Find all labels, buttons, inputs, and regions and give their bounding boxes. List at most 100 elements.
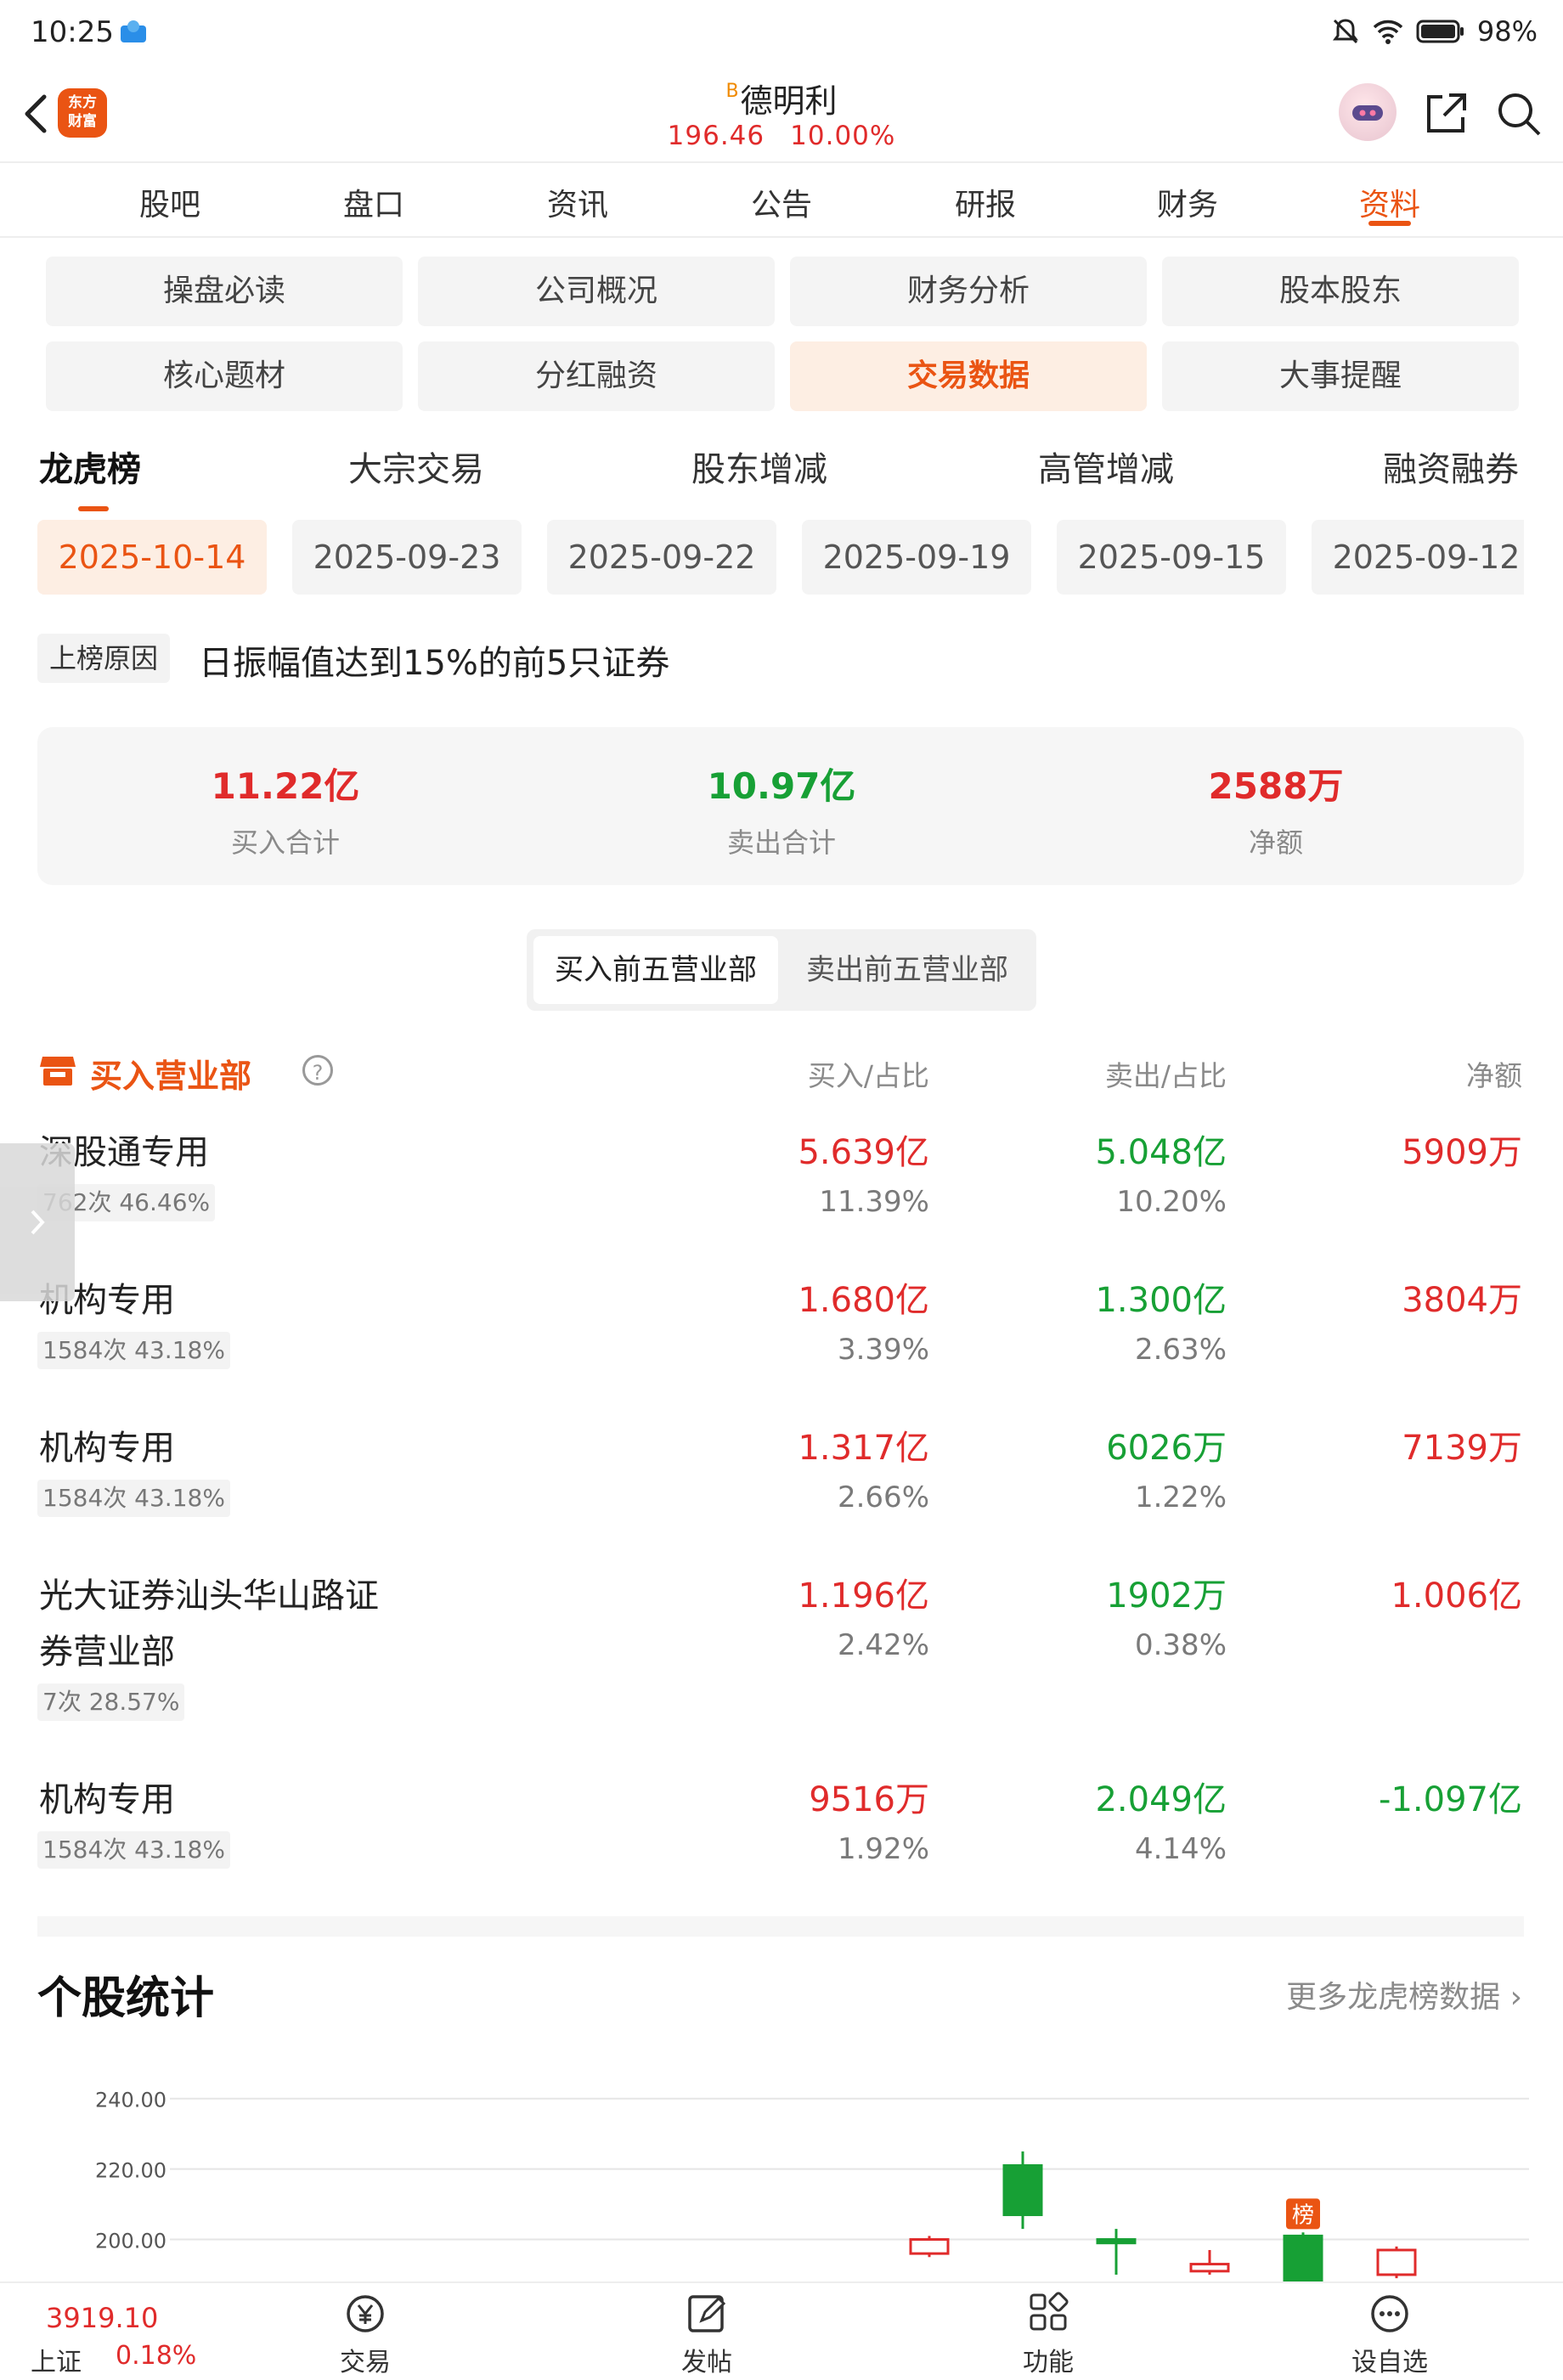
tab-block-trade[interactable]: 大宗交易 [348,442,484,491]
buy-amount: 1.196亿 [798,1576,929,1616]
stock-name: 德明利 [740,82,838,120]
date-chip[interactable]: 2025-09-22 [547,520,776,595]
segment-sell-top5[interactable]: 卖出前五营业部 [785,936,1030,1004]
col-sell-header: 卖出/占比 [1104,1059,1227,1092]
buy-cell: 9516万 1.92% [809,1772,929,1870]
share-icon[interactable] [1420,88,1471,139]
net-cell: 5909万 [1402,1125,1522,1181]
chevron-right-icon: › [1509,1980,1522,2015]
tab-margin[interactable]: 融资融券 [1383,442,1519,491]
secondary-tab-indicator [78,506,109,511]
sell-percent: 10.20% [1116,1185,1227,1219]
candle-body [1002,2163,1043,2217]
branch-name: 光大证券汕头华山路证券营业部 [39,1576,379,1672]
buy-cell: 5.639亿 11.39% [798,1125,929,1223]
nav-add-watchlist[interactable]: 设自选 [1322,2292,1458,2378]
btn-company-overview[interactable]: 公司概况 [418,257,775,326]
stock-change: 10.00% [790,121,896,151]
btn-financial-analysis[interactable]: 财务分析 [790,257,1147,326]
tab-profile[interactable]: 资料 [1359,180,1420,224]
section-divider [37,1916,1524,1937]
summary-card: 11.22亿 买入合计 10.97亿 卖出合计 2588万 净额 [37,727,1524,885]
battery-icon [1416,20,1464,43]
col-buy-header: 买入/占比 [807,1059,929,1092]
buy-amount: 1.317亿 [798,1429,929,1468]
help-icon[interactable]: ? [302,1055,333,1086]
date-chip[interactable]: 2025-10-14 [37,520,267,595]
net-cell: -1.097亿 [1379,1772,1522,1828]
sell-cell: 1.300亿 2.63% [1095,1272,1227,1371]
index-value[interactable]: 3919.10 [46,2302,158,2334]
buy-cell: 1.196亿 2.42% [798,1568,929,1667]
robot-assistant-icon[interactable] [1339,83,1397,141]
stock-badge: B [725,81,739,102]
net-amount: 1.006亿 [1391,1576,1522,1616]
buy-percent: 11.39% [819,1185,929,1219]
buy-cell: 1.680亿 3.39% [798,1272,929,1371]
stock-quote: 196.46 10.00% [0,121,1563,151]
net-amount: 3804万 [1402,1281,1522,1320]
active-tab-indicator [1368,221,1411,226]
nav-functions-label: 功能 [1023,2348,1074,2377]
grid-apps-icon [1030,2292,1069,2331]
stock-title: B德明利 [0,75,1563,121]
branch-name: 机构专用 [39,1780,175,1819]
buy-amount: 1.680亿 [798,1281,929,1320]
tab-news[interactable]: 资讯 [547,180,608,224]
tab-dragon-tiger[interactable]: 龙虎榜 [39,442,141,491]
store-icon [40,1057,76,1086]
buy-amount: 5.639亿 [798,1133,929,1172]
buy-percent: 2.66% [837,1480,929,1514]
nav-post[interactable]: 发帖 [639,2292,775,2378]
tab-research[interactable]: 研报 [955,180,1016,224]
branch-badge: 7次 28.57% [37,1683,185,1721]
branch-name: 机构专用 [39,1429,175,1468]
search-icon[interactable] [1493,88,1544,139]
sell-amount: 2.049亿 [1095,1780,1227,1819]
tab-exec-change[interactable]: 高管增减 [1038,442,1174,491]
sell-cell: 5.048亿 10.20% [1095,1125,1227,1223]
date-chip[interactable]: 2025-09-19 [802,520,1031,595]
nav-trade[interactable]: 交易 [297,2292,433,2378]
segment-buy-top5[interactable]: 买入前五营业部 [533,936,778,1004]
tab-pankou[interactable]: 盘口 [343,180,404,224]
summary-net: 2588万 净额 [1106,758,1446,860]
btn-must-read[interactable]: 操盘必读 [46,257,403,326]
btn-dividend-financing[interactable]: 分红融资 [418,341,775,411]
index-change[interactable]: 0.18% [116,2341,196,2371]
buy-total: 11.22亿 [211,765,360,807]
sell-percent: 0.38% [1134,1628,1227,1662]
side-drawer-handle[interactable] [0,1143,75,1301]
col-net-header: 净额 [1466,1059,1522,1092]
nav-trade-label: 交易 [340,2348,391,2377]
buy-sell-segment: 买入前五营业部 卖出前五营业部 [527,929,1036,1011]
more-dragon-tiger-link[interactable]: 更多龙虎榜数据 › [1286,1972,1522,2016]
buy-cell: 1.317亿 2.66% [798,1420,929,1519]
index-name[interactable]: 上证 [31,2341,82,2378]
tab-finance[interactable]: 财务 [1157,180,1218,224]
nav-functions[interactable]: 功能 [980,2292,1116,2378]
summary-buy: 11.22亿 买入合计 [116,758,455,860]
tab-guba[interactable]: 股吧 [139,180,200,224]
branch-badge: 1584次 43.18% [37,1332,230,1369]
date-selector: 2025-10-14 2025-09-23 2025-09-22 2025-09… [37,516,1524,596]
date-chip[interactable]: 2025-09-12 [1312,520,1524,595]
btn-event-reminder[interactable]: 大事提醒 [1162,341,1519,411]
app-notification-icon [121,20,146,42]
y-tick-label: 220.00 [95,2159,166,2183]
btn-shareholders[interactable]: 股本股东 [1162,257,1519,326]
stats-title: 个股统计 [37,1973,215,2024]
tab-announcement[interactable]: 公告 [751,180,812,224]
stock-price: 196.46 [667,121,765,151]
buy-total-label: 买入合计 [230,826,340,859]
net-total: 2588万 [1208,765,1344,807]
date-chip[interactable]: 2025-09-15 [1057,520,1286,595]
btn-trading-data[interactable]: 交易数据 [790,341,1147,411]
net-amount: -1.097亿 [1379,1780,1522,1819]
date-chip[interactable]: 2025-09-23 [292,520,522,595]
buy-amount: 9516万 [809,1780,929,1819]
tab-holder-change[interactable]: 股东增减 [691,442,827,491]
sell-percent: 1.22% [1134,1480,1227,1514]
candle-body [1096,2238,1137,2245]
btn-core-themes[interactable]: 核心题材 [46,341,403,411]
